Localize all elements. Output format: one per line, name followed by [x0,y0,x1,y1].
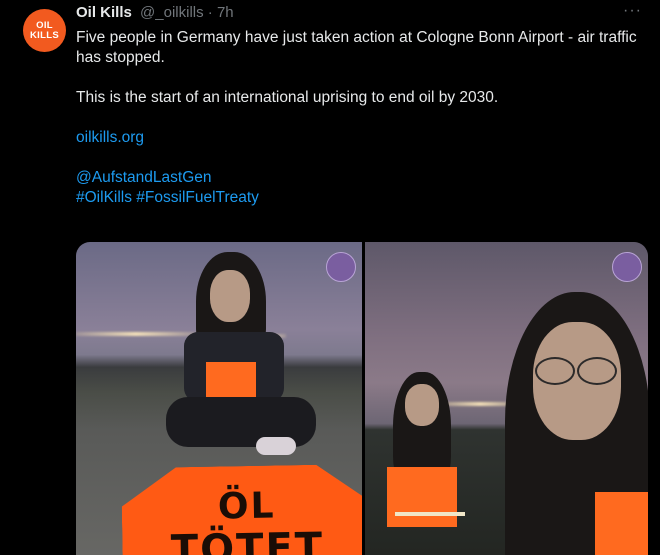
person-sitting [166,252,316,462]
author-name[interactable]: Oil Kills [76,4,132,21]
avatar[interactable]: OIL KILLS [23,9,66,52]
tweet-text: Five people in Germany have just taken a… [76,28,651,208]
media-grid: ÖL TÖTET [76,242,648,555]
tweet-header: Oil Kills @_oilkills · 7h [76,3,640,23]
person-background [375,372,475,555]
website-link[interactable]: oilkills.org [76,129,144,146]
protest-sign: ÖL TÖTET [121,464,362,555]
sign-text-line2: TÖTET [170,524,325,555]
author-handle-text[interactable]: @_oilkills [140,4,204,21]
avatar-text-kills: KILLS [30,29,59,41]
dot-separator: · [207,4,213,21]
hashtag-oilkills[interactable]: #OilKills [76,189,132,206]
photo-2[interactable] [365,242,648,555]
tweet-text-line2: This is the start of an international up… [76,89,499,106]
tweet-text-line1: Five people in Germany have just taken a… [76,29,637,66]
more-options-icon[interactable]: ··· [623,2,642,20]
mention-link[interactable]: @AufstandLastGen [76,169,212,186]
profile-icon [612,252,642,282]
hashtag-fossilfueltreaty[interactable]: #FossilFuelTreaty [136,189,259,206]
timestamp[interactable]: 7h [217,4,234,21]
photo-1[interactable]: ÖL TÖTET [76,242,362,555]
profile-icon [326,252,356,282]
person-selfie [505,292,648,555]
sign-text-line1: ÖL [217,485,276,528]
author-handle: @_oilkills · 7h [140,4,234,21]
